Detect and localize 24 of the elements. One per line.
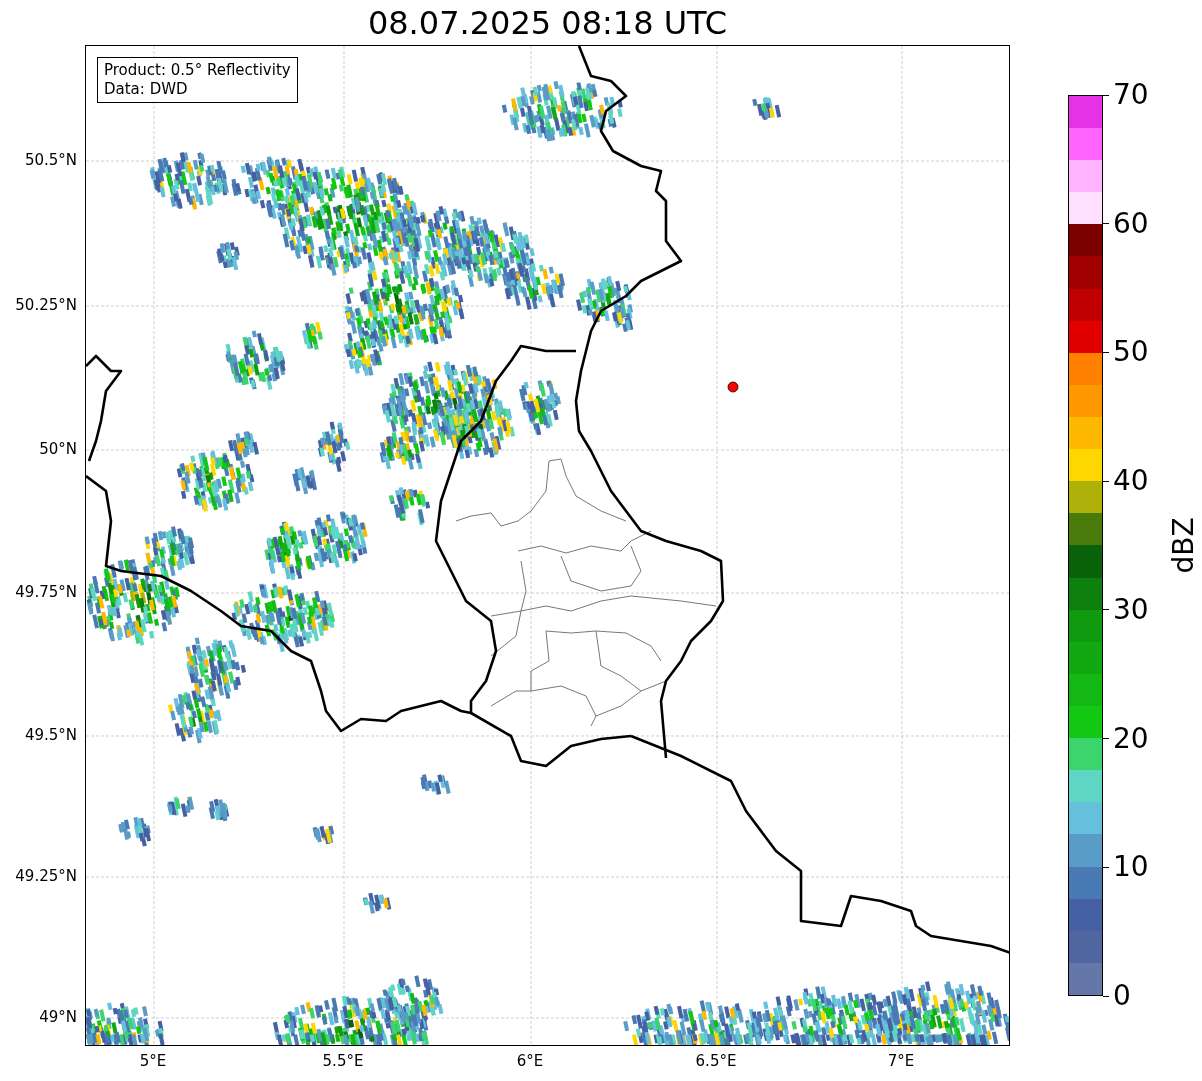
colorbar-tick-label: 40 (1113, 465, 1149, 498)
latitude-label: 49.75°N (15, 583, 77, 601)
longitude-label: 5°E (139, 1052, 167, 1070)
chart-title: 08.07.2025 08:18 UTC (367, 2, 728, 43)
location-marker (727, 381, 739, 393)
latitude-label: 49°N (39, 1008, 77, 1026)
longitude-label: 6.5°E (695, 1052, 737, 1070)
longitude-label: 6°E (516, 1052, 544, 1070)
colorbar-tick-label: 60 (1113, 207, 1149, 240)
colorbar-tick-label: 30 (1113, 593, 1149, 626)
colorbar-tick-label: 10 (1113, 851, 1149, 884)
latitude-label: 49.25°N (15, 867, 77, 885)
info-box: Product: 0.5° Reflectivity Data: DWD (97, 57, 298, 103)
colorbar-tick-label: 50 (1113, 336, 1149, 369)
colorbar-tick-label: 20 (1113, 722, 1149, 755)
latitude-label: 49.5°N (24, 726, 77, 744)
longitude-label: 5.5°E (322, 1052, 364, 1070)
colorbar-tick-label: 0 (1113, 980, 1131, 1012)
colorbar-tick-label: 70 (1113, 79, 1149, 111)
latitude-label: 50.25°N (15, 296, 77, 314)
colorbar-label: dBZ (1166, 517, 1200, 574)
latitude-label: 50°N (39, 440, 77, 458)
latitude-label: 50.5°N (24, 151, 77, 169)
longitude-label: 7°E (887, 1052, 915, 1070)
